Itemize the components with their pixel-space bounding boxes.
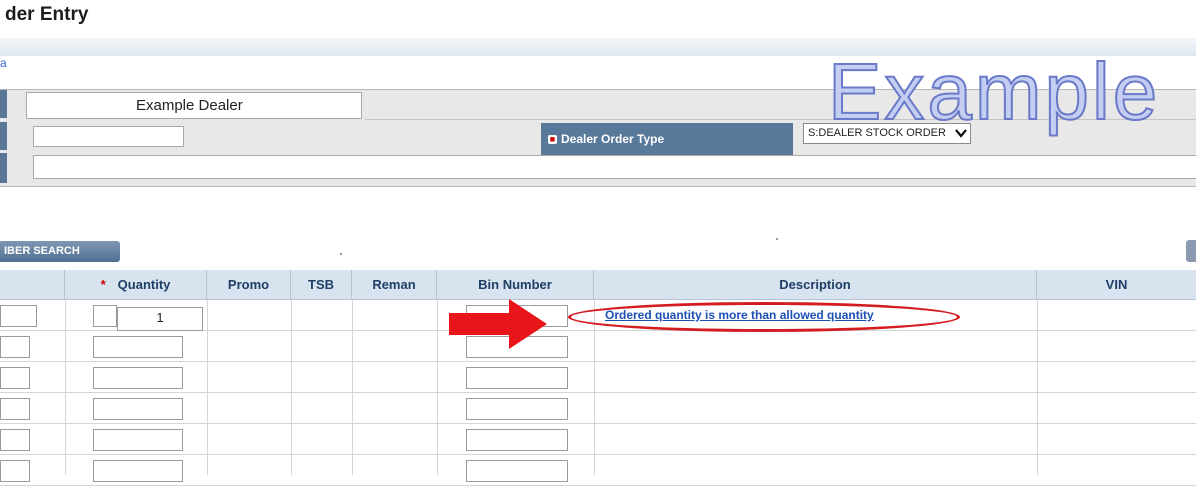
column-divider	[594, 300, 595, 475]
red-arrow-icon	[449, 299, 547, 349]
quantity-input[interactable]	[93, 336, 183, 358]
col-header-tsb[interactable]: TSB	[291, 270, 352, 300]
column-divider	[352, 300, 353, 475]
parts-grid: * Quantity Promo TSB Reman Bin Number Des…	[0, 270, 1196, 486]
quantity-input[interactable]	[93, 305, 117, 327]
highlight-circle	[568, 302, 960, 332]
col-header-promo[interactable]: Promo	[207, 270, 291, 300]
quantity-value-field[interactable]: 1	[117, 307, 203, 331]
part-number-input[interactable]	[0, 336, 30, 358]
quantity-input[interactable]	[93, 367, 183, 389]
toolbar-button-edge[interactable]	[1186, 240, 1196, 262]
wide-input-field[interactable]	[33, 155, 1196, 179]
row-marker	[0, 122, 7, 150]
col-header-bin-number[interactable]: Bin Number	[437, 270, 594, 300]
bin-number-input[interactable]	[466, 429, 568, 451]
col-header-reman[interactable]: Reman	[352, 270, 437, 300]
part-number-input[interactable]	[0, 398, 30, 420]
part-number-input[interactable]	[0, 460, 30, 482]
col-header-select	[0, 270, 65, 300]
header-link[interactable]: a	[0, 56, 7, 70]
column-divider	[1037, 300, 1038, 475]
row-marker	[0, 153, 7, 183]
number-search-button[interactable]: IBER SEARCH	[0, 241, 120, 262]
column-divider	[65, 300, 66, 475]
part-number-input[interactable]	[0, 367, 30, 389]
column-divider	[207, 300, 208, 475]
column-divider	[291, 300, 292, 475]
small-input-field[interactable]	[33, 126, 184, 147]
quantity-input[interactable]	[93, 460, 183, 482]
col-header-description[interactable]: Description	[594, 270, 1037, 300]
dealer-order-type-label: ■ Dealer Order Type	[541, 123, 793, 156]
dealer-name-field[interactable]: Example Dealer	[26, 92, 362, 119]
stray-dot	[776, 238, 778, 240]
column-divider	[437, 300, 438, 475]
quantity-input[interactable]	[93, 398, 183, 420]
bin-number-input[interactable]	[466, 367, 568, 389]
dealer-name-value: Example Dealer	[136, 97, 243, 114]
dealer-order-type-label-text: Dealer Order Type	[561, 132, 665, 146]
required-star: *	[100, 277, 106, 292]
bin-number-input[interactable]	[466, 398, 568, 420]
quantity-input[interactable]	[93, 429, 183, 451]
stray-dot	[340, 253, 342, 255]
col-header-quantity[interactable]: * Quantity	[65, 270, 207, 300]
page-title: der Entry	[5, 4, 89, 25]
example-watermark: Example	[827, 47, 1161, 136]
col-header-vin[interactable]: VIN	[1037, 270, 1196, 300]
required-icon: ■	[548, 134, 557, 145]
row-marker	[0, 90, 7, 118]
part-number-input[interactable]	[0, 429, 30, 451]
bin-number-input[interactable]	[466, 460, 568, 482]
part-number-input[interactable]	[0, 305, 37, 327]
